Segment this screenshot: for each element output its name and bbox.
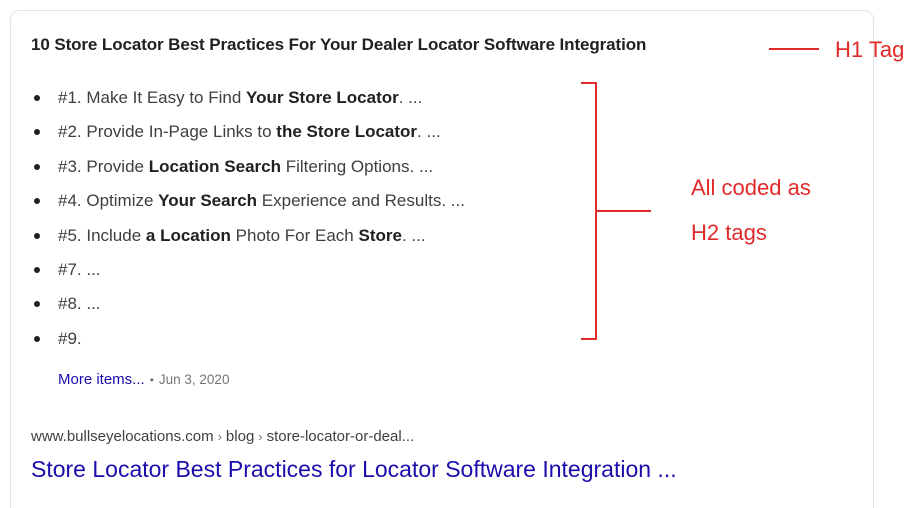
- list-item-text: Experience and Results. ...: [257, 191, 465, 211]
- list-item: #5. Include a Location Photo For Each St…: [34, 222, 465, 256]
- list-item-text: #3. Provide: [58, 156, 149, 176]
- list-item-text: Filtering Options. ...: [281, 156, 434, 176]
- more-items-link[interactable]: More items...: [58, 371, 145, 388]
- list-item-text: . ...: [417, 122, 441, 142]
- bullet-icon: [34, 163, 40, 170]
- list-item-text: #4. Optimize: [58, 191, 159, 211]
- list-item: #7. ...: [34, 256, 465, 290]
- snippet-title: 10 Store Locator Best Practices For Your…: [31, 35, 647, 54]
- list-item-text: #1. Make It Easy to Find: [58, 88, 247, 107]
- list-item: #4. Optimize Your Search Experience and …: [34, 187, 465, 221]
- bullet-icon: [34, 232, 40, 239]
- breadcrumb-path-blog: blog: [225, 428, 255, 445]
- list-item: #1. Make It Easy to Find Your Store Loca…: [34, 84, 465, 118]
- list-item-text: #7. ...: [58, 259, 101, 279]
- bullet-icon: [34, 335, 40, 342]
- list-item: #9.: [34, 325, 465, 359]
- h1-annotation-line: [769, 48, 819, 50]
- list-item-text: . ...: [401, 225, 426, 245]
- list-item: #3. Provide Location Search Filtering Op…: [34, 153, 465, 187]
- breadcrumb-separator: ›: [258, 429, 263, 444]
- breadcrumb-path-slug: store-locator-or-deal...: [266, 428, 415, 445]
- list-item: #2. Provide In-Page Links to the Store L…: [34, 118, 465, 152]
- list-item-text: . ...: [398, 88, 423, 107]
- list-item-bold-text: Your Search: [158, 191, 258, 211]
- list-item-bold-text: Your Store Locator: [246, 88, 399, 107]
- list-item-text: #9.: [58, 328, 82, 348]
- list-item-bold-text: the Store Locator: [276, 122, 418, 142]
- h2-annotation-label-line2: H2 tags: [691, 220, 767, 245]
- more-items-row: More items... • Jun 3, 2020: [58, 371, 229, 388]
- list-item: #8. ...: [34, 290, 465, 324]
- h2-annotation-stem: [597, 210, 651, 212]
- result-title-link[interactable]: Store Locator Best Practices for Locator…: [31, 456, 677, 483]
- snippet-list: #1. Make It Easy to Find Your Store Loca…: [34, 84, 465, 359]
- list-item-text: Photo For Each: [230, 225, 359, 245]
- list-item-bold-text: a Location: [145, 225, 231, 245]
- list-item-text: #8. ...: [58, 294, 101, 314]
- bullet-icon: [34, 266, 40, 273]
- dot-separator: •: [149, 373, 154, 387]
- list-item-bold-text: Location Search: [148, 156, 281, 176]
- bullet-icon: [34, 301, 40, 308]
- list-item-bold-text: Store: [358, 225, 402, 245]
- bullet-icon: [34, 95, 40, 101]
- list-item-text: #2. Provide In-Page Links to: [58, 122, 277, 142]
- screenshot-stage: 10 Store Locator Best Practices For Your…: [0, 0, 913, 508]
- breadcrumb-separator: ›: [217, 429, 222, 444]
- h1-annotation-label: H1 Tag: [835, 37, 905, 62]
- list-item-text: #5. Include: [58, 225, 146, 245]
- h2-annotation-bracket: [581, 82, 597, 340]
- bullet-icon: [34, 129, 40, 136]
- breadcrumb-domain: www.bullseyelocations.com: [31, 428, 214, 445]
- snippet-date: Jun 3, 2020: [158, 372, 230, 387]
- h2-annotation-label-line1: All coded as: [691, 175, 811, 200]
- result-breadcrumb: www.bullseyelocations.com › blog › store-loc…: [31, 428, 414, 445]
- bullet-icon: [34, 198, 40, 205]
